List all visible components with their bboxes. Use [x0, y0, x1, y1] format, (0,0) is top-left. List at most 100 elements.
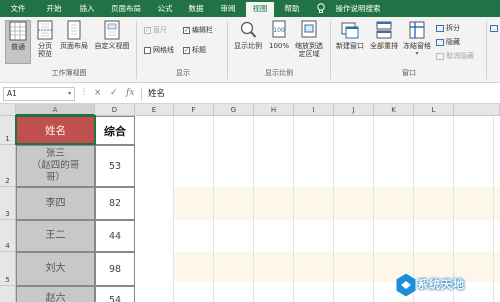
- zoom-100-button[interactable]: 100 100%: [267, 20, 291, 64]
- zoom-button[interactable]: 显示比例: [231, 20, 265, 64]
- freeze-panes-label: 冻结窗格: [403, 42, 431, 50]
- normal-view-button[interactable]: 普通: [5, 20, 31, 64]
- grid-line: [373, 116, 374, 302]
- zoom-100-label: 100%: [268, 42, 289, 50]
- ruler-label: 直尺: [153, 26, 167, 34]
- freeze-panes-button[interactable]: 冻结窗格 ▾: [401, 20, 433, 64]
- group-separator: [227, 21, 228, 79]
- unhide-button[interactable]: 取消隐藏: [436, 51, 474, 61]
- cell-d2-score[interactable]: 53: [95, 145, 135, 187]
- show-group-label: 显示: [176, 69, 190, 77]
- formula-bar-label: 编辑栏: [192, 26, 213, 34]
- grid-line: [293, 116, 294, 302]
- formula-separator: [141, 87, 142, 101]
- row-header-6[interactable]: [0, 286, 16, 302]
- side-by-side-button[interactable]: [490, 23, 500, 33]
- cell-d4-score[interactable]: 44: [95, 220, 135, 252]
- column-header-a[interactable]: A: [16, 104, 95, 116]
- tab-formulas[interactable]: 公式: [152, 0, 178, 17]
- column-header-k[interactable]: K: [374, 104, 414, 116]
- split-label: 拆分: [446, 24, 460, 32]
- group-separator: [486, 21, 487, 79]
- cell-a1-name-header[interactable]: 姓名: [16, 116, 95, 145]
- grid-line: [213, 116, 214, 302]
- column-header-f[interactable]: F: [174, 104, 214, 116]
- unhide-icon: [436, 52, 444, 60]
- ribbon-tab-bar: 文件 开始 插入 页面布局 公式 数据 审阅 视图 帮助 操作说明搜索: [0, 0, 500, 17]
- column-header-i[interactable]: I: [294, 104, 334, 116]
- name-box[interactable]: A1 ▾: [3, 87, 75, 101]
- zoom-100-icon: 100: [272, 20, 286, 38]
- page-break-preview-button[interactable]: 分页预览: [33, 20, 57, 64]
- grid-line: [333, 116, 334, 302]
- tab-file[interactable]: 文件: [2, 0, 34, 17]
- tell-me-search[interactable]: 操作说明搜索: [330, 0, 386, 17]
- insert-function-icon[interactable]: fx: [126, 87, 134, 100]
- select-all-corner[interactable]: [0, 104, 16, 116]
- cell-d3-score[interactable]: 82: [95, 187, 135, 220]
- cell-a4-name[interactable]: 王二: [16, 220, 95, 252]
- formula-bar-check-mark: ✓: [183, 26, 190, 34]
- gridlines-checkbox[interactable]: 网格线: [144, 45, 174, 55]
- more-options-icon[interactable]: ⋮: [80, 87, 88, 96]
- unhide-label: 取消隐藏: [446, 52, 474, 60]
- arrange-all-button[interactable]: 全部重排: [368, 20, 400, 64]
- grid-line: [253, 116, 254, 302]
- cell-d1-score-header[interactable]: 综合: [95, 116, 135, 145]
- headings-label: 标题: [192, 46, 206, 54]
- tab-help[interactable]: 帮助: [278, 0, 306, 17]
- chevron-down-icon[interactable]: ▾: [68, 88, 71, 100]
- column-header-g[interactable]: G: [214, 104, 254, 116]
- row-header-1[interactable]: 1: [0, 116, 16, 145]
- row-header-2[interactable]: 2: [0, 145, 16, 187]
- cell-d6-score[interactable]: 54: [95, 286, 135, 302]
- cancel-icon[interactable]: ×: [94, 87, 102, 100]
- tab-data[interactable]: 数据: [182, 0, 210, 17]
- tab-insert[interactable]: 插入: [74, 0, 100, 17]
- normal-view-label: 普通: [11, 43, 25, 51]
- column-header-e[interactable]: E: [135, 104, 174, 116]
- column-header-h[interactable]: H: [254, 104, 294, 116]
- page-layout-icon: [67, 20, 81, 40]
- hide-label: 隐藏: [446, 38, 460, 46]
- headings-checkbox[interactable]: ✓ 标题: [183, 45, 206, 55]
- page-layout-view-label: 页面布局: [60, 42, 88, 50]
- window-group-label: 窗口: [402, 69, 416, 77]
- tab-page-layout[interactable]: 页面布局: [104, 0, 148, 17]
- ruler-checkbox[interactable]: ✓ 直尺: [144, 25, 167, 35]
- tab-view[interactable]: 视图: [246, 2, 274, 17]
- formula-bar-checkbox[interactable]: ✓ 编辑栏: [183, 25, 213, 35]
- cell-d5-score[interactable]: 98: [95, 252, 135, 286]
- cell-a2-name[interactable]: 张三 （赵四的哥 哥）: [16, 145, 95, 187]
- column-header-j[interactable]: J: [334, 104, 374, 116]
- column-header-next[interactable]: [454, 104, 500, 116]
- column-header-d[interactable]: D: [95, 104, 135, 116]
- cell-a3-name[interactable]: 李四: [16, 187, 95, 220]
- row-header-5[interactable]: 5: [0, 252, 16, 286]
- magnifier-icon: [240, 21, 257, 38]
- row-header-3[interactable]: 3: [0, 187, 16, 220]
- enter-icon[interactable]: ✓: [110, 87, 118, 100]
- side-by-side-icon: [490, 24, 498, 32]
- new-window-button[interactable]: 新建窗口: [334, 20, 366, 64]
- cell-a6-name[interactable]: 赵六: [16, 286, 95, 302]
- watermark-logo-icon: [395, 272, 417, 298]
- page-break-icon: [37, 20, 53, 40]
- split-button[interactable]: 拆分: [436, 23, 460, 33]
- cell-a5-name[interactable]: 刘大: [16, 252, 95, 286]
- grid-line: [173, 116, 174, 302]
- formula-input[interactable]: 姓名: [148, 87, 496, 101]
- custom-views-button[interactable]: 自定义视图: [91, 20, 133, 64]
- zoom-to-selection-button[interactable]: 缩放到选定区域: [292, 20, 326, 64]
- new-window-icon: [341, 22, 359, 39]
- freeze-panes-icon: [409, 21, 425, 39]
- page-layout-view-button[interactable]: 页面布局: [58, 20, 90, 64]
- tab-review[interactable]: 审阅: [214, 0, 242, 17]
- lightbulb-icon: [317, 3, 325, 13]
- tab-home[interactable]: 开始: [38, 0, 70, 17]
- hide-button[interactable]: 隐藏: [436, 37, 460, 47]
- column-header-l[interactable]: L: [414, 104, 454, 116]
- zoom-to-selection-label: 缩放到选定区域: [295, 42, 323, 58]
- ribbon-view: 普通 分页预览 页面布局 自定义视图 工作簿视图 ✓ 直尺 ✓ 编辑栏 网格线 …: [0, 17, 500, 83]
- row-header-4[interactable]: 4: [0, 220, 16, 252]
